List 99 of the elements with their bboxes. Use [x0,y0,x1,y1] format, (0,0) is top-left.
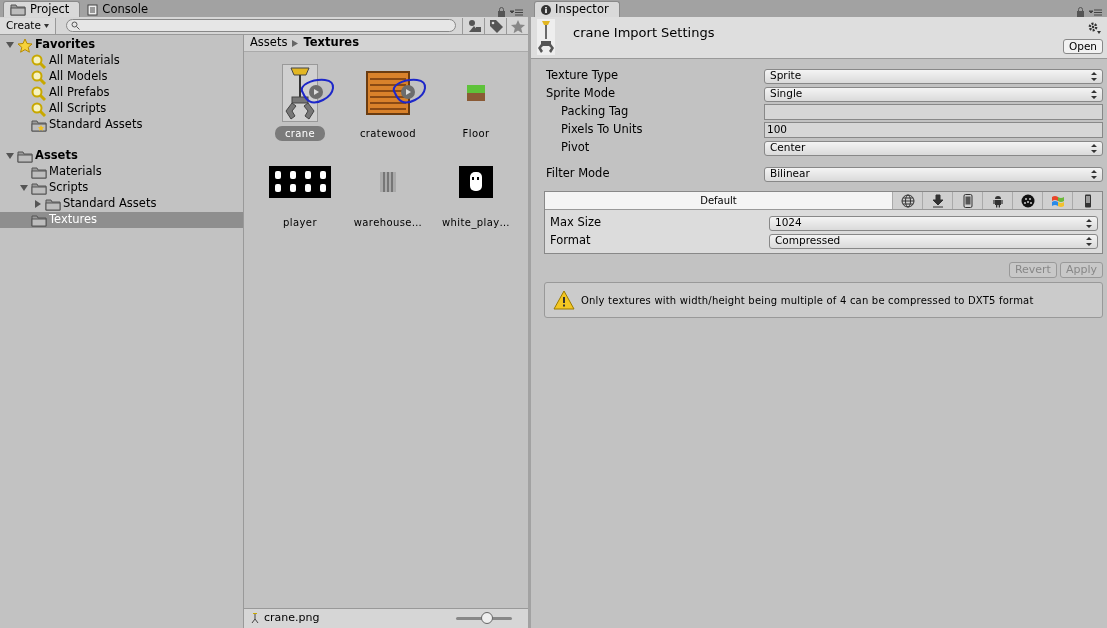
search-icon [70,21,80,30]
starred-folder-icon [31,118,47,132]
platform-tab[interactable] [1072,192,1102,209]
dropdown-field[interactable]: Sprite [764,68,1103,84]
input-field[interactable] [764,104,1103,120]
settings-icon[interactable] [1087,21,1101,34]
dropdown-field[interactable]: 1024 [769,215,1098,231]
selected-file-name: crane.png [264,610,320,627]
dropdown-field[interactable]: Compressed [769,233,1098,249]
menu-icon[interactable] [510,7,524,17]
crane-thumbnail-drawing [537,19,555,55]
console-icon [87,3,99,16]
sprite-sheet-drawing[interactable] [269,166,331,198]
platform-tab[interactable] [982,192,1012,209]
field-label: Packing Tag [560,103,630,121]
input-field[interactable]: 100 [764,122,1103,138]
field-label: Pixels To Units [560,121,644,139]
flag-icon [1050,193,1065,208]
dropdown-arrows-icon [1086,218,1092,228]
crane-file-icon [250,613,260,624]
search-icon [31,69,47,85]
play-button-icon[interactable] [400,84,416,100]
info-icon [541,4,551,15]
bars-drawing[interactable] [378,170,398,194]
panel-tab[interactable]: Project [3,1,81,17]
warning-icon [553,290,575,310]
field-label: Texture Type [546,67,620,85]
star-icon[interactable] [510,18,525,33]
folder-icon [31,213,47,227]
expanded-arrow-icon[interactable] [5,151,15,161]
tree-item[interactable]: Standard Assets [49,116,143,134]
expanded-arrow-icon[interactable] [19,183,29,193]
folder-icon [31,181,47,195]
caret-icon [43,23,49,28]
dropdown-arrows-icon [1091,71,1097,81]
dropdown-arrows-icon [1091,89,1097,99]
download-icon [930,193,945,208]
star-icon [17,37,33,53]
robot-icon [990,193,1005,208]
grass-tile-drawing[interactable] [466,83,486,103]
search-icon [31,85,47,101]
breadcrumb-arrow-icon [292,39,299,47]
field-label: Pivot [560,139,591,157]
search-icon [31,101,47,117]
folder-icon [45,197,61,211]
field-label: Filter Mode [546,165,611,183]
tree-item[interactable]: Favorites [35,36,96,54]
search-field[interactable] [65,19,456,32]
tree-item[interactable]: All Prefabs [49,84,110,102]
tree-item[interactable]: Materials [49,163,102,181]
asset-name[interactable]: white_play… [432,215,520,230]
crane-drawing[interactable] [282,64,318,122]
tree-item[interactable]: Standard Assets [63,195,157,213]
inspector-title: crane Import Settings [573,24,715,42]
open-button[interactable]: Open [1062,39,1103,54]
field-label: Format [550,232,592,250]
tree-item[interactable]: All Models [49,68,108,86]
folder-icon [31,165,47,179]
collapsed-arrow-icon[interactable] [33,199,43,209]
create-button[interactable]: Create [0,17,56,34]
platform-tab[interactable] [892,192,922,209]
menu-icon[interactable] [1089,7,1103,17]
lock-icon[interactable] [1076,7,1085,17]
tree-item[interactable]: Assets [35,147,78,165]
ghost-sprite-drawing[interactable] [459,166,493,198]
globe-icon [900,193,915,208]
field-label: Max Size [550,214,603,232]
expanded-arrow-icon[interactable] [5,40,15,50]
dropdown-arrows-icon [1091,169,1097,179]
search-icon [31,53,47,69]
lock-icon[interactable] [497,7,506,17]
tag-icon[interactable] [488,18,503,33]
phone-icon [960,193,975,208]
filter-icon[interactable] [466,18,481,33]
crate-drawing[interactable] [366,71,410,115]
zoom-slider-handle[interactable] [480,612,493,624]
asset-name[interactable]: warehouse… [343,215,433,230]
warning-message: Only textures with width/height being multiple of 4 can be compressed to DXT5 format [581,293,1034,308]
field-label: Sprite Mode [546,85,617,103]
tree-item[interactable]: All Materials [49,52,120,70]
platform-tab[interactable] [922,192,952,209]
folder-icon [17,149,33,163]
dropdown-arrows-icon [1091,143,1097,153]
panel-tab[interactable]: Inspector [534,1,620,17]
asset-name[interactable]: crane [274,126,326,141]
dropdown-field[interactable]: Center [764,140,1103,156]
dotted-ball-icon [1020,193,1035,208]
asset-name[interactable]: player [273,215,327,230]
play-button-icon[interactable] [308,84,324,100]
asset-name[interactable]: cratewood [349,126,427,141]
dropdown-field[interactable]: Single [764,86,1103,102]
platform-tab[interactable] [1012,192,1042,209]
dropdown-field[interactable]: Bilinear [764,166,1103,182]
breadcrumb-link[interactable]: Assets [250,34,288,52]
tree-item[interactable]: All Scripts [49,100,107,118]
asset-name[interactable]: Floor [452,126,500,141]
tree-item[interactable]: Scripts [49,179,89,197]
platform-tab[interactable]: Default [545,192,892,209]
dropdown-arrows-icon [1086,236,1092,246]
